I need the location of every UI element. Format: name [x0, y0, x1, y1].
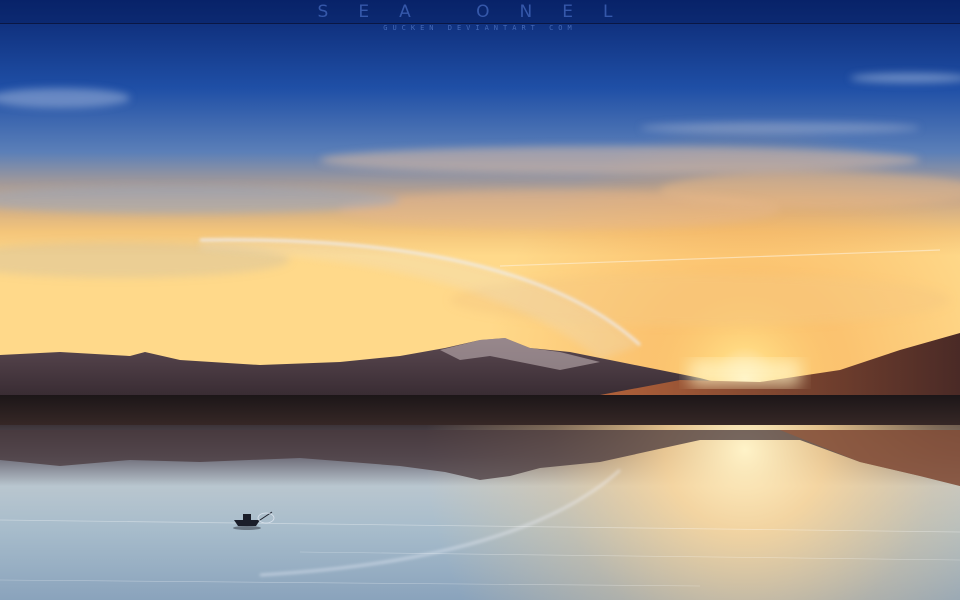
landscape-artwork	[0, 0, 960, 600]
sun-bright	[690, 360, 800, 386]
dark-shoreline	[0, 395, 960, 430]
wallpaper-scene: SEA ONEL GUCKEN DEVIANTART COM	[0, 0, 960, 600]
artist-credit: GUCKEN DEVIANTART COM	[383, 24, 577, 32]
artwork-title: SEA ONEL	[317, 2, 643, 22]
